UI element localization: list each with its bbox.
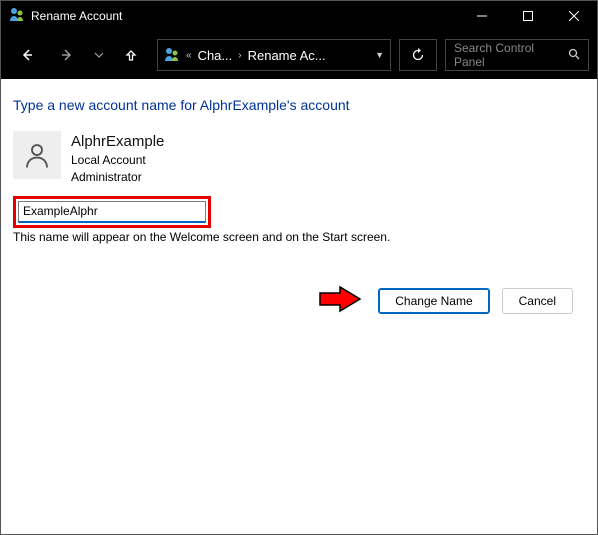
address-bar[interactable]: « Cha... › Rename Ac... ▼ <box>157 39 391 71</box>
cancel-button[interactable]: Cancel <box>502 288 573 314</box>
forward-button[interactable] <box>49 37 85 73</box>
window-controls <box>459 1 597 31</box>
account-type: Local Account <box>71 152 164 169</box>
action-row: Change Name Cancel <box>13 284 585 319</box>
maximize-button[interactable] <box>505 1 551 31</box>
avatar <box>13 131 61 179</box>
search-placeholder: Search Control Panel <box>454 41 568 69</box>
account-role: Administrator <box>71 169 164 186</box>
account-text: AlphrExample Local Account Administrator <box>71 131 164 186</box>
content-area: Type a new account name for AlphrExample… <box>1 79 597 337</box>
breadcrumb-item[interactable]: Rename Ac... <box>248 48 326 63</box>
history-dropdown[interactable] <box>89 37 109 73</box>
window-title: Rename Account <box>31 9 459 23</box>
account-name-input[interactable] <box>18 201 206 223</box>
search-input[interactable]: Search Control Panel <box>445 39 589 71</box>
input-highlight <box>13 196 211 228</box>
user-accounts-icon <box>9 6 25 27</box>
hint-text: This name will appear on the Welcome scr… <box>13 230 585 244</box>
title-bar: Rename Account <box>1 1 597 31</box>
nav-bar: « Cha... › Rename Ac... ▼ Search Control… <box>1 31 597 79</box>
page-heading: Type a new account name for AlphrExample… <box>13 97 585 113</box>
breadcrumb-item[interactable]: Cha... <box>198 48 233 63</box>
breadcrumb-separator-icon: › <box>238 50 241 61</box>
breadcrumb-prefix-icon: « <box>186 50 192 61</box>
up-button[interactable] <box>113 37 149 73</box>
chevron-down-icon[interactable]: ▼ <box>375 50 384 60</box>
back-button[interactable] <box>9 37 45 73</box>
user-accounts-icon <box>164 46 180 65</box>
account-name: AlphrExample <box>71 131 164 152</box>
refresh-button[interactable] <box>399 39 437 71</box>
minimize-button[interactable] <box>459 1 505 31</box>
close-button[interactable] <box>551 1 597 31</box>
account-info-block: AlphrExample Local Account Administrator <box>13 131 585 186</box>
annotation-arrow-icon <box>318 284 362 319</box>
change-name-button[interactable]: Change Name <box>378 288 489 314</box>
search-icon <box>568 48 580 63</box>
